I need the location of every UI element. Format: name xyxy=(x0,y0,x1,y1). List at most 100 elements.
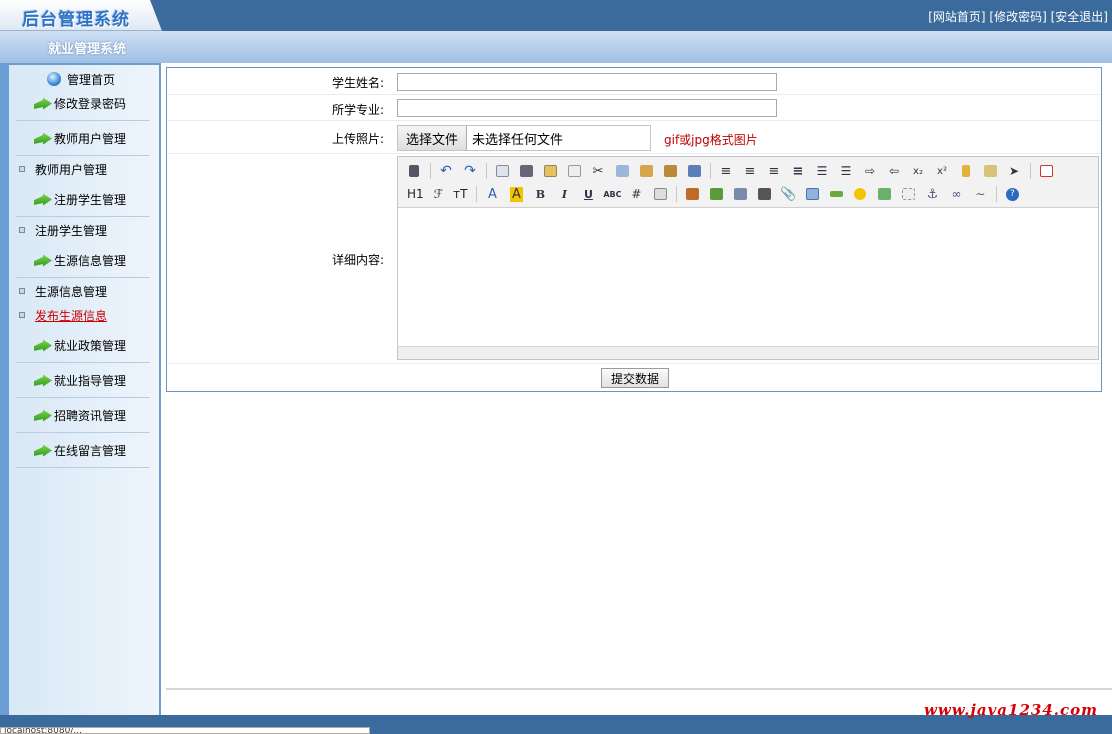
align-right-icon[interactable]: ≡ xyxy=(764,161,784,181)
underline-icon[interactable]: U xyxy=(578,184,598,204)
editor-content-area[interactable] xyxy=(398,208,1098,346)
sidebar-group-change-password[interactable]: 修改登录密码 xyxy=(16,87,150,121)
superscript-icon[interactable]: x² xyxy=(932,161,952,181)
paste-icon[interactable] xyxy=(636,161,656,181)
redo-icon[interactable]: ↷ xyxy=(460,161,480,181)
pointer-icon[interactable]: ➤ xyxy=(1004,161,1024,181)
file-upload[interactable]: 选择文件 未选择任何文件 xyxy=(397,125,651,151)
watermark: www.java1234.com xyxy=(923,701,1098,719)
align-left-icon[interactable]: ≡ xyxy=(716,161,736,181)
unlink-icon[interactable]: ∼ xyxy=(970,184,990,204)
system-title: 就业管理系统 xyxy=(48,42,127,57)
image-icon[interactable] xyxy=(682,184,702,204)
bullet-icon xyxy=(19,166,25,172)
arrow-icon xyxy=(34,409,52,422)
sidebar-group-guidance[interactable]: 就业指导管理 xyxy=(16,364,150,398)
editor-resize-bar[interactable] xyxy=(398,346,1098,359)
font-dropdown[interactable]: ℱ xyxy=(431,187,446,201)
sidebar: 管理首页 修改登录密码 教师用户管理 教师用户管理 注册学生管理 注册学生管理 … xyxy=(0,63,161,716)
indent-icon[interactable]: ⇨ xyxy=(860,161,880,181)
print-icon[interactable] xyxy=(516,161,536,181)
paste-word-icon[interactable] xyxy=(684,161,704,181)
flash-icon[interactable] xyxy=(730,184,750,204)
sidebar-group-students[interactable]: 注册学生管理 xyxy=(16,183,150,217)
photo-label: 上传照片: xyxy=(331,132,384,146)
bullet-icon xyxy=(19,312,25,318)
sidebar-group-teachers[interactable]: 教师用户管理 xyxy=(16,122,150,156)
sidebar-group-label: 修改登录密码 xyxy=(54,97,127,111)
bold-icon[interactable]: B xyxy=(530,184,550,204)
row-major: 所学专业: xyxy=(167,95,1101,121)
sidebar-item-teachers[interactable]: 教师用户管理 xyxy=(19,160,107,178)
map-icon[interactable] xyxy=(874,184,894,204)
logout-link[interactable]: [安全退出] xyxy=(1051,10,1108,24)
unordered-list-icon[interactable]: ☰ xyxy=(836,161,856,181)
toolbar-row-2: H1 ℱ ᴛT A A B I U ABC # 📎 ⚓ ∞ ∼ ? xyxy=(404,183,1026,205)
heading-dropdown[interactable]: H1 xyxy=(404,187,427,201)
arrow-icon xyxy=(34,254,52,267)
submit-button[interactable]: 提交数据 xyxy=(601,368,669,388)
home-link[interactable]: [网站首页] xyxy=(928,10,985,24)
source-icon[interactable] xyxy=(404,161,424,181)
select-all-icon[interactable] xyxy=(980,161,1000,181)
anchor-icon[interactable]: ⚓ xyxy=(922,184,942,204)
template-icon[interactable] xyxy=(540,161,560,181)
choose-file-button[interactable]: 选择文件 xyxy=(398,126,468,150)
sidebar-item-label: 发布生源信息 xyxy=(35,308,108,323)
font-size-dropdown[interactable]: ᴛT xyxy=(450,187,470,201)
code-icon[interactable] xyxy=(564,161,584,181)
fullscreen-icon[interactable] xyxy=(1036,161,1056,181)
clear-format-icon[interactable] xyxy=(956,161,976,181)
arrow-icon xyxy=(34,444,52,457)
major-input[interactable] xyxy=(397,99,777,117)
file-status: 未选择任何文件 xyxy=(472,132,564,148)
sidebar-item-publish-source[interactable]: 发布生源信息 xyxy=(19,306,107,324)
strikethrough-icon[interactable]: ABC xyxy=(602,184,622,204)
emoticon-icon[interactable] xyxy=(850,184,870,204)
sidebar-menu: 管理首页 修改登录密码 教师用户管理 教师用户管理 注册学生管理 注册学生管理 … xyxy=(9,65,159,715)
subscript-icon[interactable]: x₂ xyxy=(908,161,928,181)
toolbar-separator xyxy=(430,163,431,179)
preview-icon[interactable] xyxy=(492,161,512,181)
page-break-icon[interactable] xyxy=(898,184,918,204)
table-icon[interactable] xyxy=(802,184,822,204)
text-color-icon[interactable]: A xyxy=(482,184,502,204)
sidebar-group-label: 教师用户管理 xyxy=(54,132,127,146)
highlight-icon[interactable]: A xyxy=(506,184,526,204)
student-name-label: 学生姓名: xyxy=(331,76,384,90)
arrow-icon xyxy=(34,97,52,110)
paste-text-icon[interactable] xyxy=(660,161,680,181)
media-icon[interactable] xyxy=(754,184,774,204)
sidebar-group-label: 在线留言管理 xyxy=(54,444,127,458)
line-height-icon[interactable]: # xyxy=(626,184,646,204)
sidebar-item-students[interactable]: 注册学生管理 xyxy=(19,221,107,239)
student-name-input[interactable] xyxy=(397,73,777,91)
horizontal-rule-icon[interactable] xyxy=(826,184,846,204)
sidebar-group-messages[interactable]: 在线留言管理 xyxy=(16,434,150,468)
sidebar-item-sources[interactable]: 生源信息管理 xyxy=(19,282,107,300)
undo-icon[interactable]: ↶ xyxy=(436,161,456,181)
align-center-icon[interactable]: ≡ xyxy=(740,161,760,181)
sidebar-group-recruitment[interactable]: 招聘资讯管理 xyxy=(16,399,150,433)
sidebar-group-label: 生源信息管理 xyxy=(54,254,127,268)
arrow-icon xyxy=(34,132,52,145)
sub-header: 就业管理系统 xyxy=(0,31,1112,63)
sidebar-group-label: 注册学生管理 xyxy=(54,193,127,207)
outdent-icon[interactable]: ⇦ xyxy=(884,161,904,181)
justify-icon[interactable]: ≡ xyxy=(788,161,808,181)
attachment-icon[interactable]: 📎 xyxy=(778,184,798,204)
eraser-icon[interactable] xyxy=(650,184,670,204)
change-password-link[interactable]: [修改密码] xyxy=(989,10,1046,24)
sidebar-group-label: 就业指导管理 xyxy=(54,374,127,388)
multi-image-icon[interactable] xyxy=(706,184,726,204)
sidebar-group-sources[interactable]: 生源信息管理 xyxy=(16,244,150,278)
sidebar-home-link[interactable]: 管理首页 xyxy=(47,69,115,89)
cut-icon[interactable]: ✂ xyxy=(588,161,608,181)
link-icon[interactable]: ∞ xyxy=(946,184,966,204)
sidebar-home-label: 管理首页 xyxy=(67,72,116,87)
copy-icon[interactable] xyxy=(612,161,632,181)
help-icon[interactable]: ? xyxy=(1002,184,1022,204)
sidebar-group-policy[interactable]: 就业政策管理 xyxy=(16,329,150,363)
ordered-list-icon[interactable]: ☰ xyxy=(812,161,832,181)
italic-icon[interactable]: I xyxy=(554,184,574,204)
